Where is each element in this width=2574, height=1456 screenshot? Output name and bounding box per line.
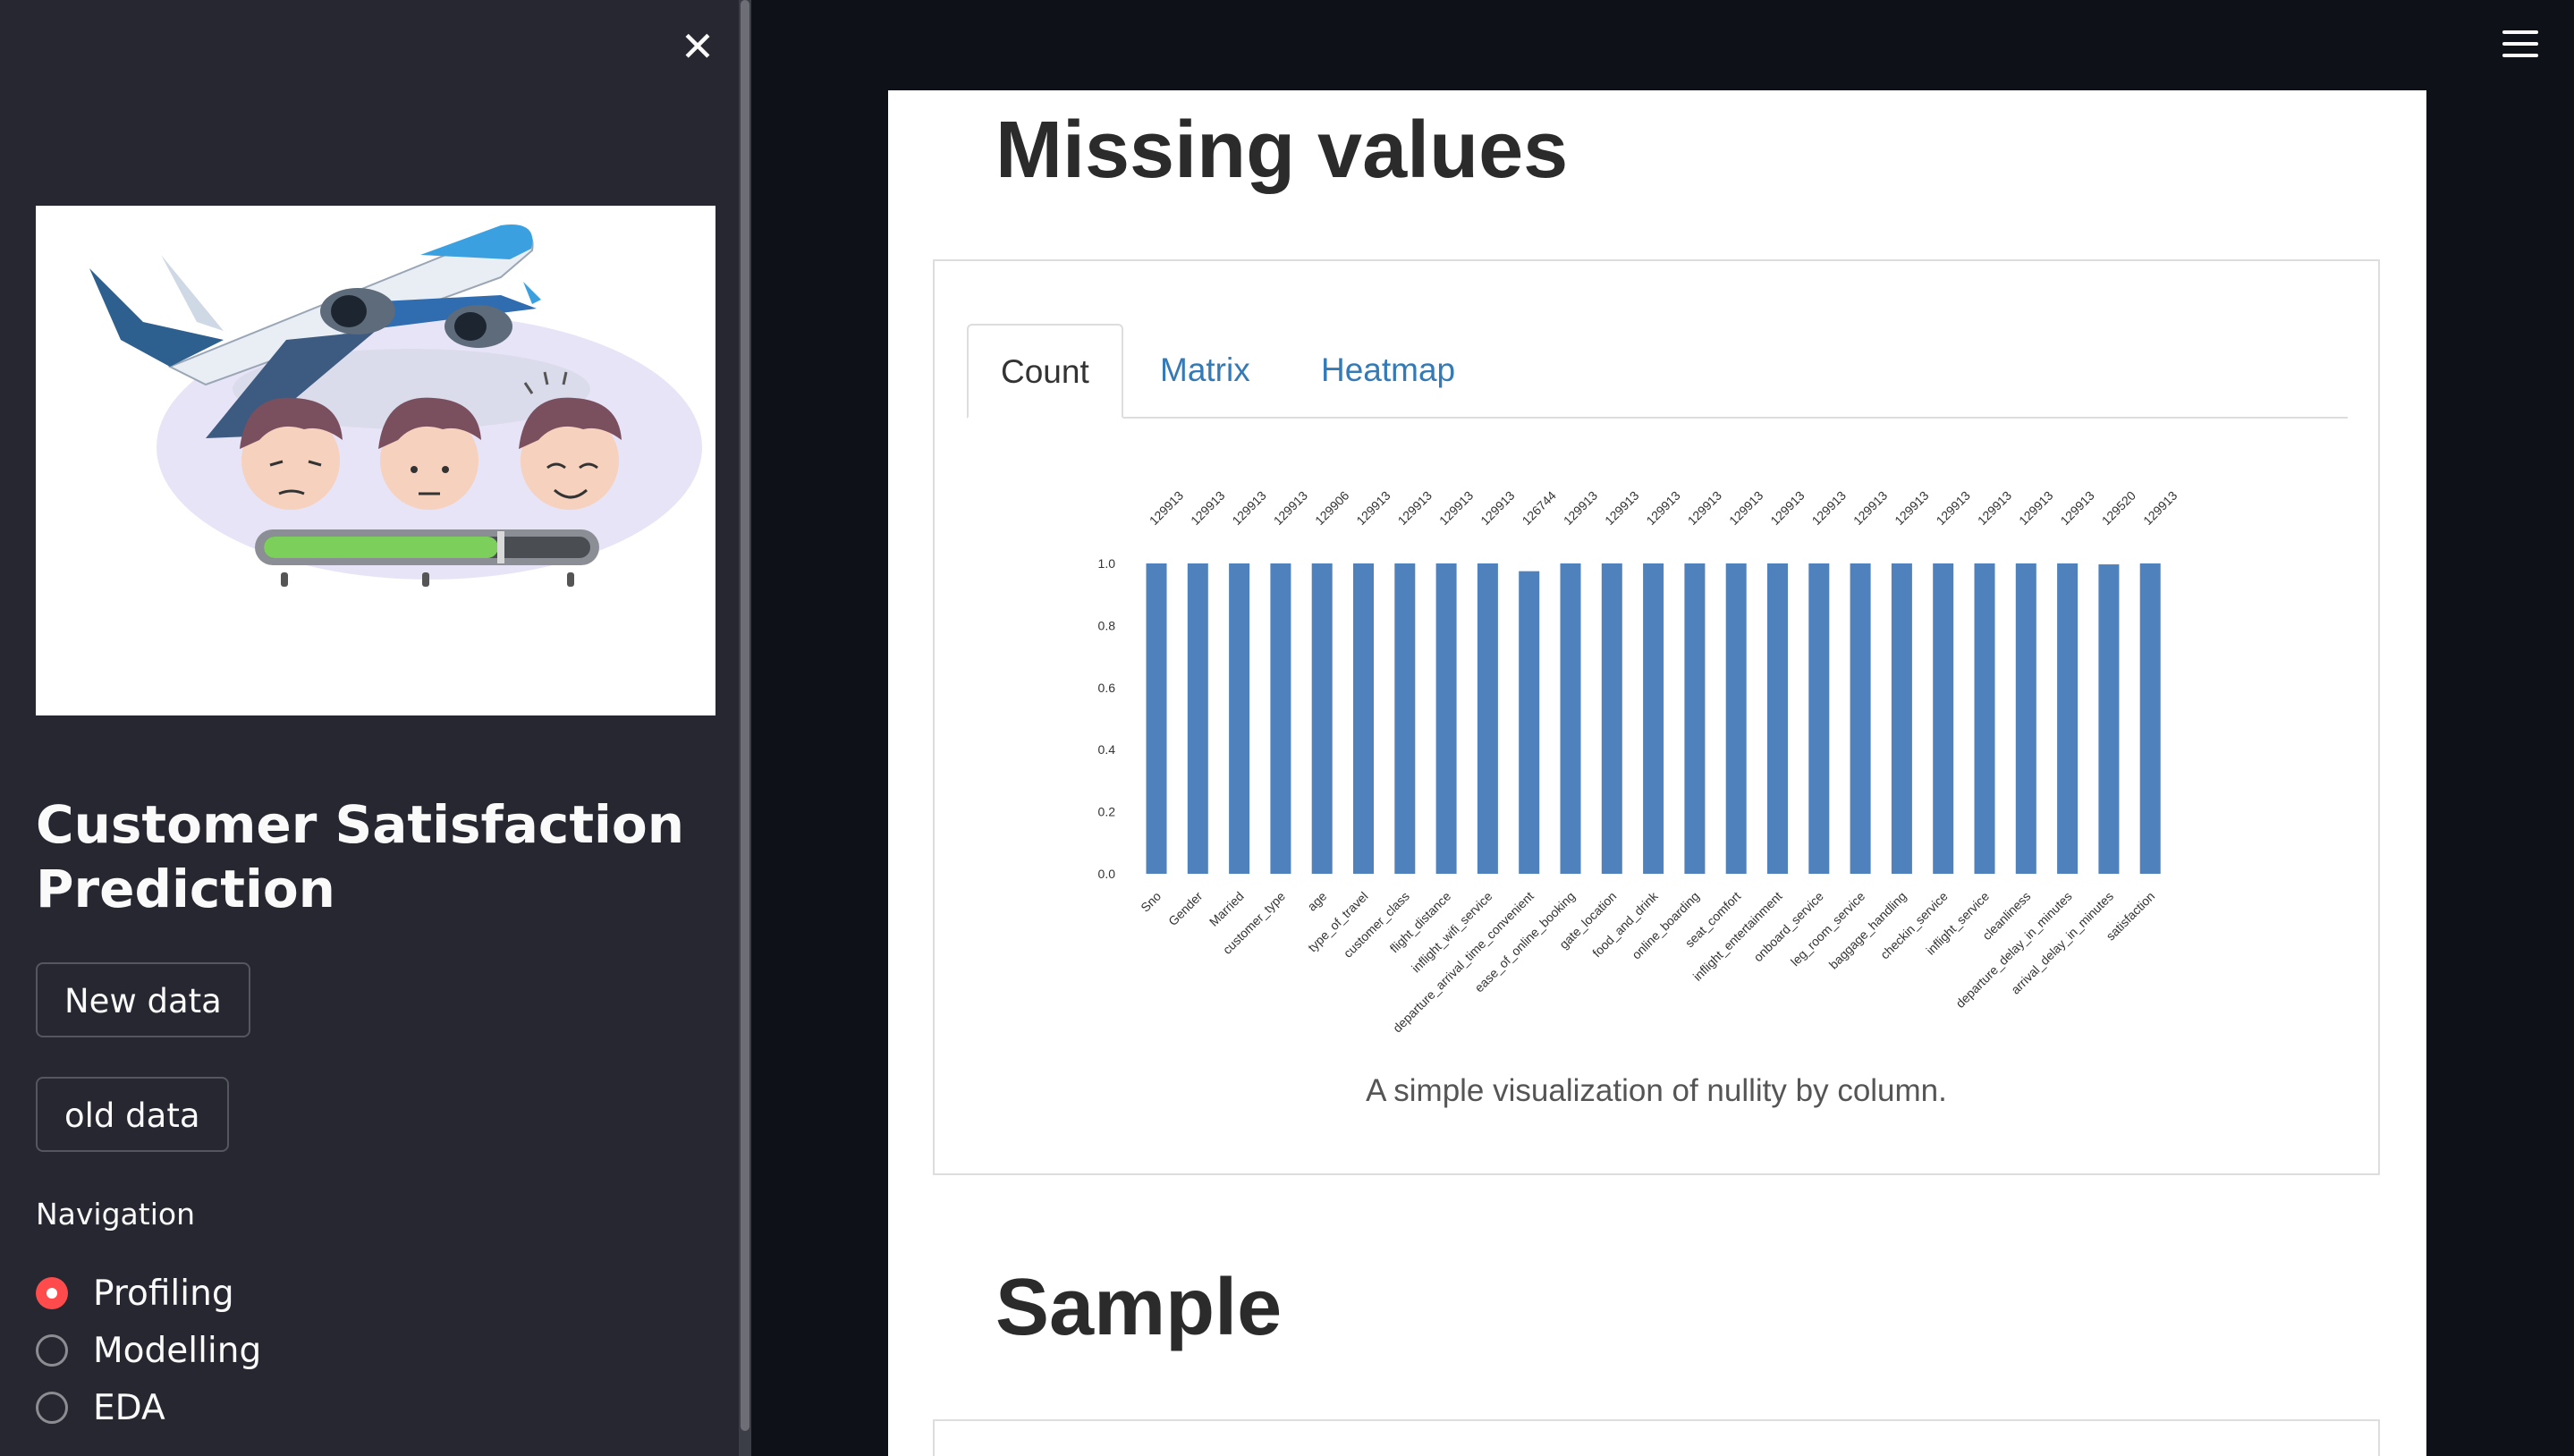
bar-count-label: 129913 (1188, 488, 1227, 528)
radio-unselected-icon[interactable] (36, 1392, 68, 1424)
close-sidebar-button[interactable]: ✕ (673, 25, 723, 68)
bar-count-label: 129913 (1602, 488, 1641, 528)
nav-option-profiling[interactable]: Profiling (36, 1268, 234, 1318)
hamburger-menu-icon[interactable] (2502, 29, 2540, 59)
bar-count-label: 129913 (1229, 488, 1268, 528)
chart-bar (1601, 563, 1622, 874)
missing-count-chart: 0.0 0.2 0.4 0.6 0.8 1.0 129913 Sno 129913 Gender 1… (1098, 488, 2180, 1036)
y-tick-label: 0.2 (1098, 805, 1116, 819)
bar-count-label: 129913 (1767, 488, 1807, 528)
bar-count-label: 129913 (2057, 488, 2096, 528)
chart-bar (1353, 563, 1374, 874)
chart-bar (2057, 563, 2079, 874)
bar-count-label: 129913 (1478, 488, 1517, 528)
bar-count-label: 129913 (1353, 488, 1393, 528)
scrollbar-thumb[interactable] (741, 0, 749, 1431)
app-title: Customer Satisfaction Prediction (36, 794, 685, 919)
airplane-satisfaction-illustration (89, 224, 702, 587)
bar-count-label: 129913 (1643, 488, 1682, 528)
hero-image (36, 206, 715, 715)
x-tick-label: age (1304, 889, 1329, 914)
x-tick-label: onboard_service (1750, 889, 1826, 965)
chart-bar (1891, 563, 1912, 874)
y-tick-label: 0.6 (1098, 681, 1116, 695)
chart-bar (2015, 563, 2036, 874)
y-tick-label: 0.4 (1098, 742, 1116, 757)
x-tick-label: Married (1207, 889, 1247, 929)
section-title-missing-values: Missing values (995, 106, 1569, 195)
chart-bar (1560, 563, 1581, 874)
chart-bar (1394, 563, 1416, 874)
bar-count-label: 129913 (1147, 488, 1186, 528)
bar-count-label: 129913 (2140, 488, 2180, 528)
chart-caption: A simple visualization of nullity by col… (1366, 1073, 1947, 1108)
chart-bar (2139, 563, 2161, 874)
radio-unselected-icon[interactable] (36, 1334, 68, 1367)
bar-count-label: 126744 (1520, 488, 1559, 528)
report-card: Missing values Count Matrix Heatmap 0.0 0… (888, 90, 2426, 1456)
sidebar-scrollbar[interactable] (739, 0, 751, 1456)
bar-count-label: 129913 (2016, 488, 2055, 528)
chart-bar (1808, 563, 1830, 874)
y-tick-label: 1.0 (1098, 556, 1116, 571)
nav-option-eda[interactable]: EDA (36, 1383, 165, 1433)
chart-bar (1477, 563, 1498, 874)
chart-bar (1850, 563, 1871, 874)
radio-selected-icon[interactable] (36, 1277, 68, 1309)
chart-bar (2098, 564, 2120, 874)
chart-bar (1933, 563, 1954, 874)
section-title-sample: Sample (995, 1263, 1283, 1352)
x-tick-label: baggage_handling (1826, 889, 1909, 972)
close-icon[interactable]: ✕ (681, 22, 715, 71)
bar-count-label: 129913 (1436, 488, 1476, 528)
nav-option-label: Modelling (93, 1330, 262, 1371)
chart-bar (1974, 563, 1995, 874)
x-tick-label: Gender (1165, 889, 1206, 929)
nav-option-label: Profiling (93, 1273, 234, 1314)
chart-bar (1519, 571, 1540, 874)
y-tick-label: 0.8 (1098, 618, 1116, 632)
bar-count-label: 129906 (1312, 488, 1351, 528)
nav-option-label: EDA (93, 1387, 165, 1428)
y-tick-label: 0.0 (1098, 867, 1116, 881)
bar-count-label: 129913 (1892, 488, 1931, 528)
nav-option-modelling[interactable]: Modelling (36, 1325, 261, 1376)
bar-count-label: 129913 (1271, 488, 1310, 528)
new-data-button[interactable]: New data (36, 962, 250, 1037)
missing-values-panel: Count Matrix Heatmap 0.0 0.2 0.4 0.6 0.8 1.0 1… (933, 259, 2380, 1175)
navigation-label: Navigation (36, 1197, 195, 1232)
chart-bar (1435, 563, 1457, 874)
bar-count-label: 129913 (1850, 488, 1890, 528)
bar-count-label: 129520 (2099, 488, 2138, 528)
chart-bar (1146, 563, 1167, 874)
chart-bar (1229, 563, 1250, 874)
chart-bar (1270, 563, 1291, 874)
sample-table (933, 1419, 2380, 1456)
bar-count-label: 129913 (1975, 488, 2014, 528)
x-tick-label: Sno (1138, 889, 1164, 915)
bar-count-label: 129913 (1934, 488, 1973, 528)
chart-bar (1684, 563, 1706, 874)
bar-count-label: 129913 (1561, 488, 1600, 528)
chart-bar (1725, 563, 1747, 874)
chart-bar (1187, 563, 1208, 874)
chart-bar (1643, 563, 1664, 874)
sidebar: ✕ Customer Satisfaction Prediction New d… (0, 0, 739, 1456)
chart-bar (1767, 563, 1788, 874)
old-data-button[interactable]: old data (36, 1077, 229, 1152)
bar-count-label: 129913 (1395, 488, 1435, 528)
chart-bar (1311, 563, 1333, 874)
bar-count-label: 129913 (1726, 488, 1765, 528)
x-tick-label: leg_room_service (1788, 889, 1868, 969)
bar-count-label: 129913 (1809, 488, 1849, 528)
bar-count-label: 129913 (1685, 488, 1724, 528)
